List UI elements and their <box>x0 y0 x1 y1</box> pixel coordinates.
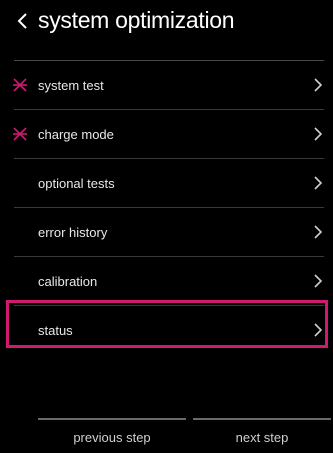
menu-item-charge-mode[interactable]: charge mode <box>0 110 333 159</box>
menu-item-system-test[interactable]: system test <box>0 61 333 110</box>
menu-item-label: system test <box>38 78 104 93</box>
menu-item-error-history[interactable]: error history <box>0 208 333 257</box>
asterisk-icon <box>13 78 27 92</box>
next-step-button[interactable]: next step <box>193 418 331 453</box>
menu-item-calibration[interactable]: calibration <box>0 257 333 306</box>
next-step-bar <box>193 418 331 420</box>
chevron-right-icon <box>314 225 323 239</box>
chevron-right-icon <box>314 127 323 141</box>
menu-item-label: charge mode <box>38 127 114 142</box>
menu-item-label: optional tests <box>38 176 115 191</box>
menu-item-optional-tests[interactable]: optional tests <box>0 159 333 208</box>
previous-step-label: previous step <box>73 430 151 445</box>
chevron-right-icon <box>314 323 323 337</box>
menu-item-status[interactable]: status <box>0 306 333 355</box>
asterisk-icon <box>13 127 27 141</box>
menu-item-label: calibration <box>38 274 98 289</box>
menu-item-label: error history <box>38 225 108 240</box>
back-chevron-icon[interactable] <box>14 9 30 33</box>
menu-item-label: status <box>38 323 73 338</box>
page-title: system optimization <box>38 7 235 33</box>
chevron-right-icon <box>314 274 323 288</box>
header: system optimization <box>0 0 333 46</box>
chevron-right-icon <box>314 176 323 190</box>
previous-step-bar <box>38 418 186 420</box>
next-step-label: next step <box>235 430 289 445</box>
previous-step-button[interactable]: previous step <box>38 418 186 453</box>
chevron-right-icon <box>314 78 323 92</box>
footer-nav: previous step next step <box>0 418 333 453</box>
